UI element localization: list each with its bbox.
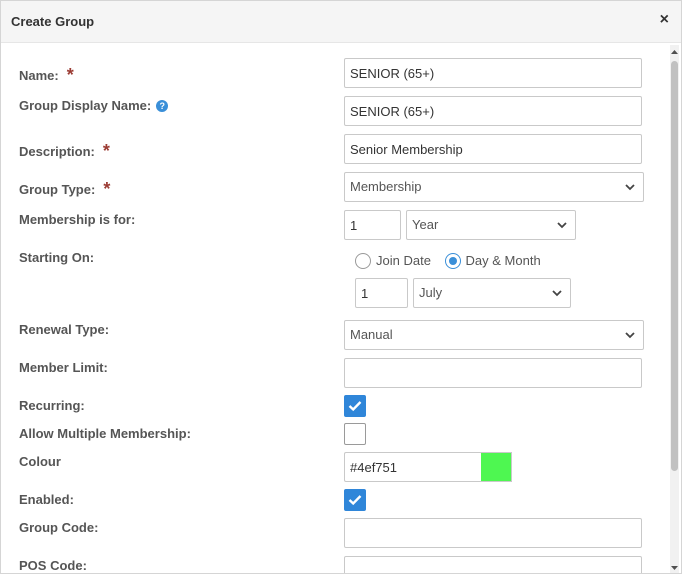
starting-on-label: Starting On: (19, 250, 95, 265)
dialog-title: Create Group (11, 14, 95, 29)
create-group-dialog: Create Group × Name: * Group Display Name… (0, 0, 682, 574)
membership-unit-select[interactable]: Year (406, 210, 576, 240)
close-icon[interactable]: × (660, 11, 669, 29)
dialog-header: Create Group × (1, 1, 681, 43)
recurring-checkbox[interactable] (344, 395, 366, 417)
renewal-type-select[interactable]: Manual (344, 320, 644, 350)
chevron-down-icon (552, 290, 562, 297)
starting-on-radio-group: Join Date Day & Month (355, 252, 551, 269)
colour-swatch[interactable] (481, 452, 512, 482)
group-type-value: Membership (350, 179, 422, 194)
colour-input[interactable] (344, 452, 482, 482)
pos-code-input[interactable] (344, 556, 642, 573)
name-label: Name: * (19, 64, 74, 85)
renewal-type-label: Renewal Type: (19, 322, 110, 337)
membership-for-label: Membership is for: (19, 212, 136, 227)
member-limit-label: Member Limit: (19, 360, 108, 375)
description-label-text: Description: (19, 144, 95, 159)
join-date-radio[interactable] (355, 252, 371, 269)
membership-unit-value: Year (412, 217, 439, 232)
description-input[interactable] (344, 134, 642, 164)
colour-label: Colour (19, 454, 61, 469)
day-month-radio[interactable] (444, 252, 461, 269)
allow-multiple-label: Allow Multiple Membership: (19, 426, 191, 441)
scroll-up-arrow-icon[interactable] (671, 49, 678, 55)
checkmark-icon (348, 495, 362, 506)
member-limit-input[interactable] (344, 358, 642, 388)
scrollbar-thumb[interactable] (671, 61, 678, 471)
name-input[interactable] (344, 58, 642, 88)
scroll-down-arrow-icon[interactable] (671, 565, 678, 571)
pos-code-label: POS Code: (19, 558, 87, 573)
display-name-label: Group Display Name:? (19, 98, 169, 113)
join-date-radio-label[interactable]: Join Date (376, 253, 431, 268)
name-label-text: Name: (19, 68, 59, 83)
enabled-label: Enabled: (19, 492, 74, 507)
membership-duration-input[interactable] (344, 210, 401, 240)
start-month-select[interactable]: July (413, 278, 571, 308)
description-label: Description: * (19, 140, 110, 161)
renewal-type-value: Manual (350, 327, 393, 342)
chevron-down-icon (557, 222, 567, 229)
group-type-label-text: Group Type: (19, 182, 96, 197)
help-icon[interactable]: ? (156, 100, 169, 112)
group-type-select[interactable]: Membership (344, 172, 644, 202)
display-name-label-text: Group Display Name: (19, 98, 152, 113)
start-month-value: July (419, 285, 443, 300)
required-marker: * (66, 65, 74, 85)
group-type-label: Group Type: * (19, 178, 110, 199)
required-marker: * (103, 179, 111, 199)
day-month-radio-label[interactable]: Day & Month (466, 253, 541, 268)
recurring-label: Recurring: (19, 398, 85, 413)
vertical-scrollbar[interactable] (670, 45, 679, 573)
group-code-input[interactable] (344, 518, 642, 548)
required-marker: * (102, 141, 110, 161)
chevron-down-icon (625, 332, 635, 339)
allow-multiple-checkbox[interactable] (344, 423, 366, 445)
group-code-label: Group Code: (19, 520, 99, 535)
chevron-down-icon (625, 184, 635, 191)
display-name-input[interactable] (344, 96, 642, 126)
enabled-checkbox[interactable] (344, 489, 366, 511)
checkmark-icon (348, 401, 362, 412)
start-day-input[interactable] (355, 278, 408, 308)
